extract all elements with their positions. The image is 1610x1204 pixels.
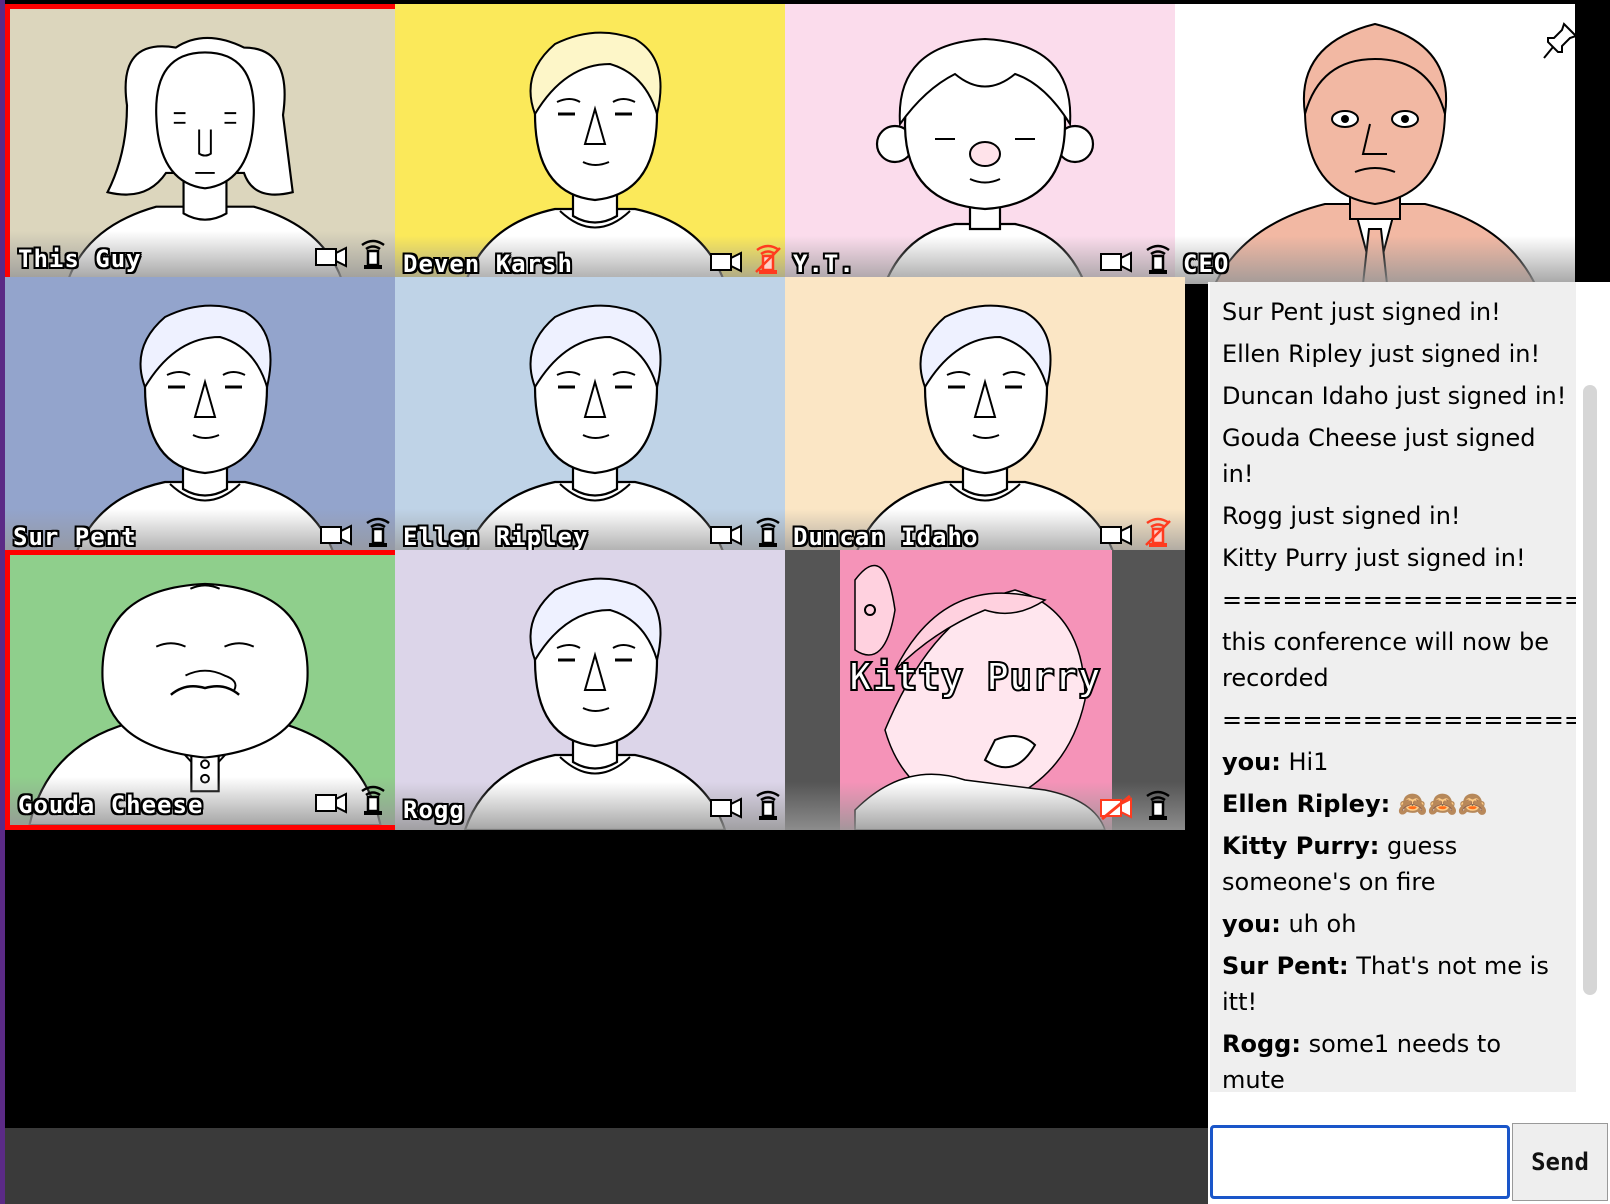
participant-name: CEO (1183, 250, 1230, 278)
chat-message: Sur Pent: That's not me is itt! (1222, 948, 1568, 1020)
chat-message: Rogg: some1 needs to mute (1222, 1026, 1568, 1092)
camera-icon[interactable] (314, 787, 348, 817)
chat-text: this conference will now be recorded (1222, 628, 1550, 692)
chat-message: Ellen Ripley: 🙈🙈🙈 (1222, 786, 1568, 822)
camera-icon[interactable] (709, 246, 743, 276)
video-tile[interactable]: Rogg (395, 550, 795, 830)
microphone-icon[interactable] (751, 515, 785, 549)
chat-author: Kitty Purry (1222, 832, 1370, 860)
chat-author: you (1222, 748, 1272, 776)
chat-scrollbar[interactable] (1583, 385, 1597, 995)
chat-message: Rogg just signed in! (1222, 498, 1568, 534)
pin-icon[interactable] (1540, 20, 1580, 64)
chat-author-colon: : (1380, 790, 1391, 818)
chat-message: you: Hi1 (1222, 744, 1568, 780)
chat-text: 🙈🙈🙈 (1390, 790, 1488, 818)
camera-icon[interactable] (319, 519, 353, 549)
video-grid: This Guy Deven Karsh Y.T. CEO Sur Pent E… (5, 4, 1575, 846)
video-tile[interactable]: CEO (1175, 4, 1575, 284)
participant-name: Rogg (403, 796, 465, 824)
chat-text: Rogg just signed in! (1222, 502, 1461, 530)
chat-message: Kitty Purry just signed in! (1222, 540, 1568, 576)
participant-name: Y.T. (793, 250, 855, 278)
tile-controls (314, 237, 390, 271)
microphone-icon[interactable] (356, 237, 390, 271)
chat-message: ========================== (1222, 582, 1576, 618)
tile-controls (709, 515, 785, 549)
microphone-icon[interactable] (361, 515, 395, 549)
participant-name: This Guy (18, 245, 142, 273)
tile-controls (1099, 242, 1175, 276)
bottom-toolbar (5, 1128, 1208, 1204)
chat-text: ========================== (1222, 706, 1576, 734)
tile-controls (1099, 788, 1175, 822)
microphone-icon[interactable] (1141, 788, 1175, 822)
participant-name: Sur Pent (13, 523, 137, 551)
mic-muted-icon[interactable] (1141, 515, 1175, 549)
chat-text: Ellen Ripley just signed in! (1222, 340, 1541, 368)
name-shade (1175, 236, 1575, 284)
chat-text: ========================== (1222, 586, 1576, 614)
chat-message: Ellen Ripley just signed in! (1222, 336, 1568, 372)
chat-input[interactable] (1210, 1125, 1510, 1199)
chat-author: you (1222, 910, 1272, 938)
participant-name: Deven Karsh (403, 250, 573, 278)
video-tile[interactable]: Y.T. (785, 4, 1185, 284)
chat-message: Kitty Purry: guess someone's on fire (1222, 828, 1568, 900)
chat-text: uh oh (1280, 910, 1357, 938)
chat-text: Duncan Idaho just signed in! (1222, 382, 1567, 410)
participant-name: Gouda Cheese (18, 791, 204, 819)
chat-panel: Sur Pent just signed in! Ellen Ripley jus… (1208, 282, 1610, 1128)
tile-controls (314, 783, 390, 817)
video-tile[interactable]: Kitty PurryKitty Purry (785, 550, 1185, 830)
camera-off-icon[interactable] (1099, 792, 1133, 822)
tile-controls (319, 515, 395, 549)
chat-text: Hi1 (1280, 748, 1329, 776)
camera-icon[interactable] (1099, 246, 1133, 276)
chat-message: ========================== (1222, 702, 1576, 738)
chat-message: this conference will now be recorded (1222, 624, 1568, 696)
chat-text: Sur Pent just signed in! (1222, 298, 1501, 326)
chat-author: Sur Pent (1222, 952, 1339, 980)
video-tile[interactable]: This Guy (5, 4, 405, 284)
chat-message: Sur Pent just signed in! (1222, 294, 1568, 330)
video-tile[interactable]: Duncan Idaho (785, 277, 1185, 557)
camera-icon[interactable] (314, 241, 348, 271)
chat-author: Ellen Ripley (1222, 790, 1381, 818)
chat-message: you: uh oh (1222, 906, 1568, 942)
camera-icon[interactable] (709, 792, 743, 822)
chat-log[interactable]: Sur Pent just signed in! Ellen Ripley jus… (1210, 282, 1576, 1092)
mic-muted-icon[interactable] (751, 242, 785, 276)
participant-name: Duncan Idaho (793, 523, 979, 551)
chat-message: Gouda Cheese just signed in! (1222, 420, 1568, 492)
microphone-icon[interactable] (1141, 242, 1175, 276)
chat-author-colon: : (1271, 748, 1281, 776)
video-tile[interactable]: Deven Karsh (395, 4, 795, 284)
chat-author-colon: : (1339, 952, 1349, 980)
video-tile[interactable]: Sur Pent (5, 277, 405, 557)
chat-author-colon: : (1271, 910, 1281, 938)
chat-text: Kitty Purry just signed in! (1222, 544, 1526, 572)
tile-controls (709, 242, 785, 276)
participant-name: Ellen Ripley (403, 523, 589, 551)
chat-author-colon: : (1291, 1030, 1301, 1058)
video-tile[interactable]: Gouda Cheese (5, 550, 405, 830)
camera-icon[interactable] (709, 519, 743, 549)
tile-controls (709, 788, 785, 822)
camera-icon[interactable] (1099, 519, 1133, 549)
video-tile[interactable]: Ellen Ripley (395, 277, 795, 557)
send-button[interactable]: Send (1512, 1123, 1608, 1201)
chat-message: Duncan Idaho just signed in! (1222, 378, 1568, 414)
microphone-icon[interactable] (751, 788, 785, 822)
tile-controls (1099, 515, 1175, 549)
svg-text:Kitty Purry: Kitty Purry (849, 655, 1101, 699)
microphone-icon[interactable] (356, 783, 390, 817)
chat-text: Gouda Cheese just signed in! (1222, 424, 1536, 488)
chat-author: Rogg (1222, 1030, 1292, 1058)
chat-author-colon: : (1369, 832, 1380, 860)
